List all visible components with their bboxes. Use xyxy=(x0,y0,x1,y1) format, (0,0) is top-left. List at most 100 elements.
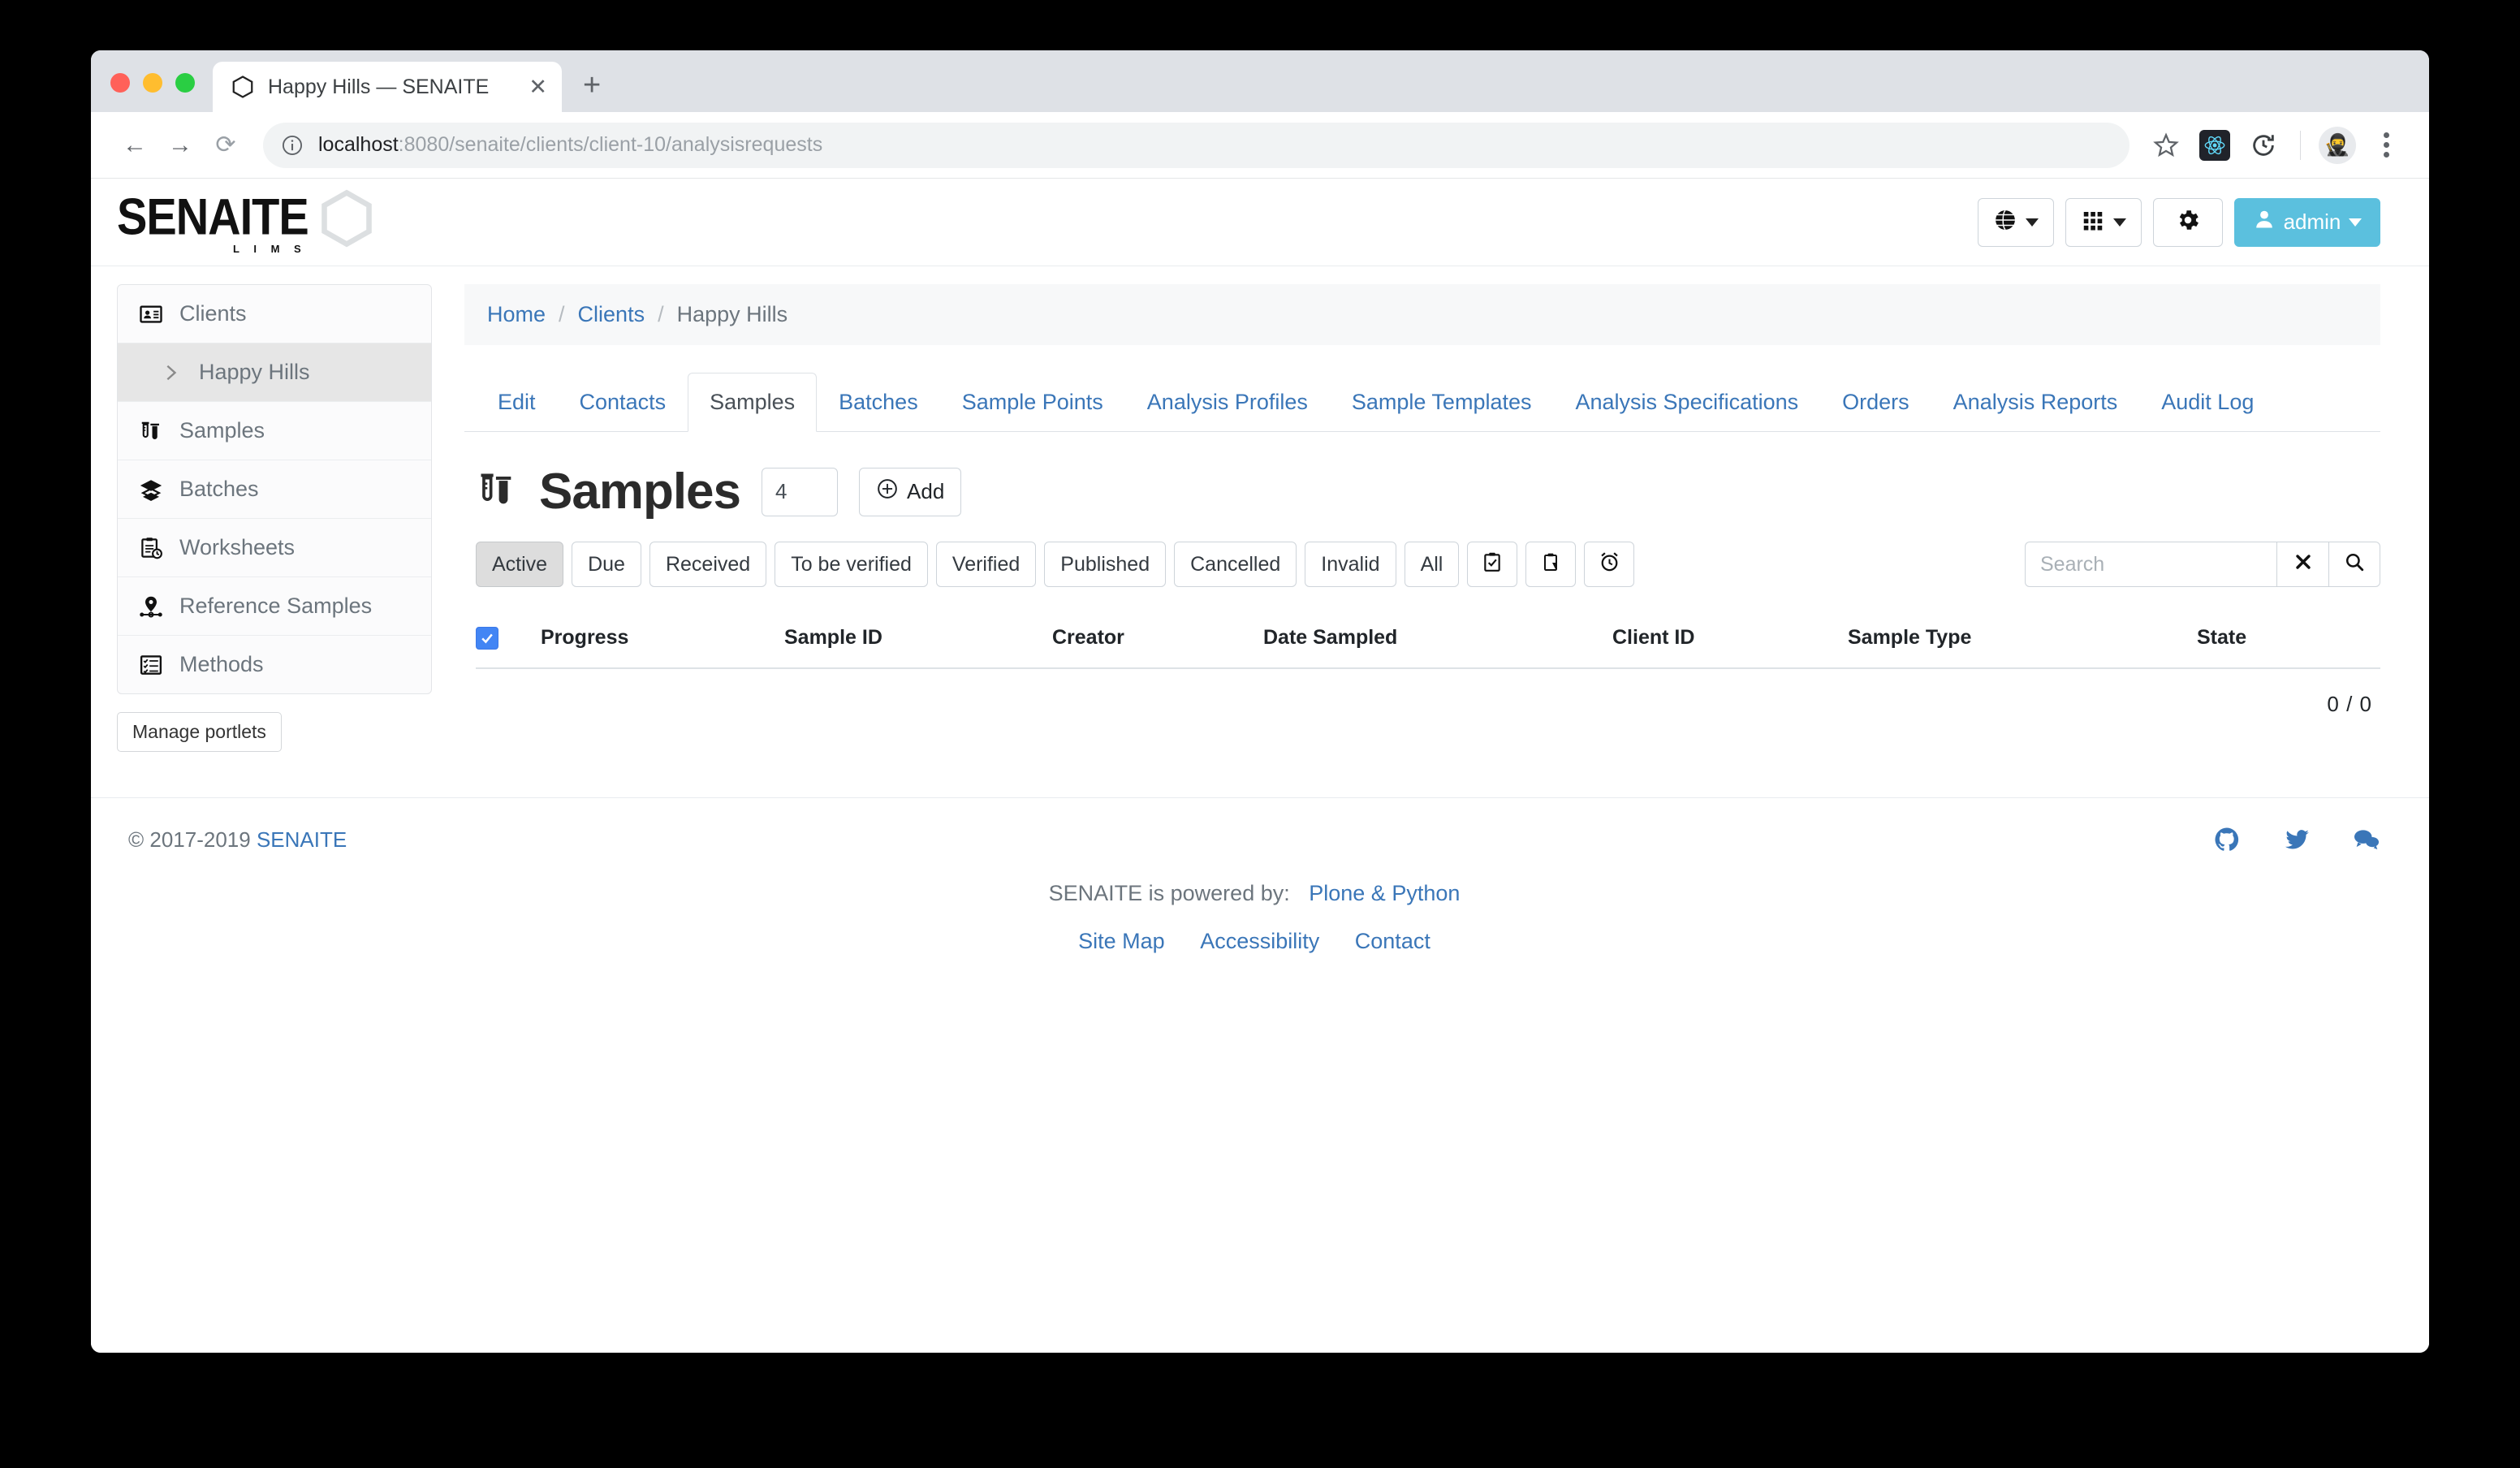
apps-grid-button[interactable] xyxy=(2065,197,2142,247)
column-header-creator[interactable]: Creator xyxy=(1052,626,1263,650)
comments-icon[interactable] xyxy=(2353,826,2380,853)
sidebar-item-label: Samples xyxy=(179,418,265,443)
settings-button[interactable] xyxy=(2153,197,2223,247)
tab-edit[interactable]: Edit xyxy=(476,373,558,432)
filter-invalid[interactable]: Invalid xyxy=(1305,542,1396,587)
plus-circle-icon xyxy=(876,477,899,506)
close-tab-icon[interactable]: ✕ xyxy=(529,76,547,98)
gear-icon xyxy=(2175,207,2201,237)
sidebar-item-clients[interactable]: Clients xyxy=(118,285,431,343)
twitter-icon[interactable] xyxy=(2283,826,2311,853)
add-sample-button[interactable]: Add xyxy=(859,467,962,516)
filter-cancelled[interactable]: Cancelled xyxy=(1174,542,1297,587)
filter-print-stickers-button[interactable] xyxy=(1467,542,1518,587)
profile-avatar-icon[interactable]: 🥷 xyxy=(2315,123,2359,167)
powered-by: SENAITE is powered by: Plone & Python xyxy=(128,881,2380,906)
url-bar[interactable]: localhost:8080/senaite/clients/client-10… xyxy=(263,122,2129,168)
tab-analysis-reports[interactable]: Analysis Reports xyxy=(1931,373,2140,432)
window-traffic-lights xyxy=(110,73,213,112)
browser-tab[interactable]: Happy Hills — SENAITE ✕ xyxy=(213,62,562,112)
info-circle-icon[interactable] xyxy=(281,134,304,157)
react-devtools-icon[interactable] xyxy=(2193,123,2237,167)
sidebar-item-methods[interactable]: Methods xyxy=(118,636,431,693)
id-card-icon xyxy=(137,302,165,326)
clear-search-button[interactable] xyxy=(2276,542,2328,587)
tab-orders[interactable]: Orders xyxy=(1820,373,1931,432)
globe-icon xyxy=(1993,208,2017,236)
admin-user-button[interactable]: admin xyxy=(2234,197,2380,247)
tab-sample-points[interactable]: Sample Points xyxy=(940,373,1125,432)
column-header-sample-id[interactable]: Sample ID xyxy=(784,626,1052,650)
sidebar: Clients Happy Hills Samples Batches Work… xyxy=(91,284,432,752)
column-header-progress[interactable]: Progress xyxy=(541,626,784,650)
copyright-text: © 2017-2019 SENAITE xyxy=(128,827,347,853)
search-group xyxy=(2025,542,2380,587)
column-header-sample-type[interactable]: Sample Type xyxy=(1848,626,2197,650)
sample-count-input[interactable] xyxy=(762,467,839,516)
filter-all[interactable]: All xyxy=(1404,542,1460,587)
bookmark-star-icon[interactable] xyxy=(2144,123,2188,167)
column-header-date-sampled[interactable]: Date Sampled xyxy=(1263,626,1612,650)
sidebar-item-happy-hills[interactable]: Happy Hills xyxy=(118,343,431,402)
filter-due[interactable]: Due xyxy=(572,542,641,587)
forward-button[interactable]: → xyxy=(158,123,203,168)
select-all-checkbox[interactable] xyxy=(476,626,498,650)
header-actions: admin xyxy=(1978,197,2380,247)
footer-link-accessibility[interactable]: Accessibility xyxy=(1200,929,1319,953)
sidebar-item-batches[interactable]: Batches xyxy=(118,460,431,519)
senaite-logo[interactable]: SENAITE L I M S xyxy=(117,189,373,255)
filter-late-samples-button[interactable] xyxy=(1584,542,1635,587)
sidebar-item-worksheets[interactable]: Worksheets xyxy=(118,519,431,577)
tab-analysis-specifications[interactable]: Analysis Specifications xyxy=(1554,373,1821,432)
filter-button-row: Active Due Received To be verified Verif… xyxy=(464,542,2380,587)
column-header-client-id[interactable]: Client ID xyxy=(1612,626,1848,650)
maximize-window-button[interactable] xyxy=(175,73,195,93)
site-header: SENAITE L I M S admin xyxy=(91,179,2429,266)
url-path: :8080/senaite/clients/client-10/analysis… xyxy=(398,133,823,156)
footer-link-site-map[interactable]: Site Map xyxy=(1078,929,1165,953)
breadcrumb-home[interactable]: Home xyxy=(487,302,546,327)
tab-samples[interactable]: Samples xyxy=(688,373,818,432)
url-text: localhost:8080/senaite/clients/client-10… xyxy=(318,133,822,157)
filter-received[interactable]: Received xyxy=(649,542,767,587)
tab-audit-log[interactable]: Audit Log xyxy=(2139,373,2276,432)
senaite-link[interactable]: SENAITE xyxy=(257,827,347,852)
powered-by-link[interactable]: Plone & Python xyxy=(1309,881,1460,905)
content-tabs: Edit Contacts Samples Batches Sample Poi… xyxy=(464,373,2380,432)
kebab-menu-icon[interactable] xyxy=(2364,123,2408,167)
github-icon[interactable] xyxy=(2213,826,2241,853)
tab-analysis-profiles[interactable]: Analysis Profiles xyxy=(1125,373,1330,432)
add-label: Add xyxy=(907,479,945,503)
reload-button[interactable]: ⟳ xyxy=(203,123,248,168)
sidebar-item-reference-samples[interactable]: Reference Samples xyxy=(118,577,431,636)
powered-by-text: SENAITE is powered by: xyxy=(1048,881,1290,905)
tab-contacts[interactable]: Contacts xyxy=(558,373,688,432)
submit-search-button[interactable] xyxy=(2328,542,2380,587)
history-clock-icon[interactable] xyxy=(2242,123,2285,167)
close-window-button[interactable] xyxy=(110,73,130,93)
sidebar-item-samples[interactable]: Samples xyxy=(118,402,431,460)
language-selector-button[interactable] xyxy=(1978,197,2054,247)
minimize-window-button[interactable] xyxy=(143,73,162,93)
filter-verified[interactable]: Verified xyxy=(935,542,1037,587)
social-links xyxy=(2213,826,2380,853)
footer-link-contact[interactable]: Contact xyxy=(1355,929,1430,953)
back-button[interactable]: ← xyxy=(112,123,158,168)
tab-batches[interactable]: Batches xyxy=(817,373,940,432)
filter-to-be-verified[interactable]: To be verified xyxy=(775,542,928,587)
user-icon xyxy=(2253,208,2276,236)
breadcrumb-clients[interactable]: Clients xyxy=(578,302,645,327)
page-title-row: Samples Add xyxy=(464,463,2380,520)
chevron-down-icon xyxy=(2026,218,2039,227)
manage-portlets-button[interactable]: Manage portlets xyxy=(117,712,282,752)
new-tab-button[interactable]: + xyxy=(562,70,622,112)
filter-clipboard-button[interactable] xyxy=(1525,542,1577,587)
filter-active[interactable]: Active xyxy=(476,542,564,587)
search-input[interactable] xyxy=(2025,542,2276,587)
senaite-page: SENAITE L I M S admin Clients Happy Hill… xyxy=(91,179,2429,1353)
column-header-state[interactable]: State xyxy=(2197,626,2380,650)
breadcrumb-separator: / xyxy=(559,302,565,326)
tab-sample-templates[interactable]: Sample Templates xyxy=(1330,373,1554,432)
filter-published[interactable]: Published xyxy=(1044,542,1167,587)
browser-tab-title: Happy Hills — SENAITE xyxy=(268,75,490,98)
